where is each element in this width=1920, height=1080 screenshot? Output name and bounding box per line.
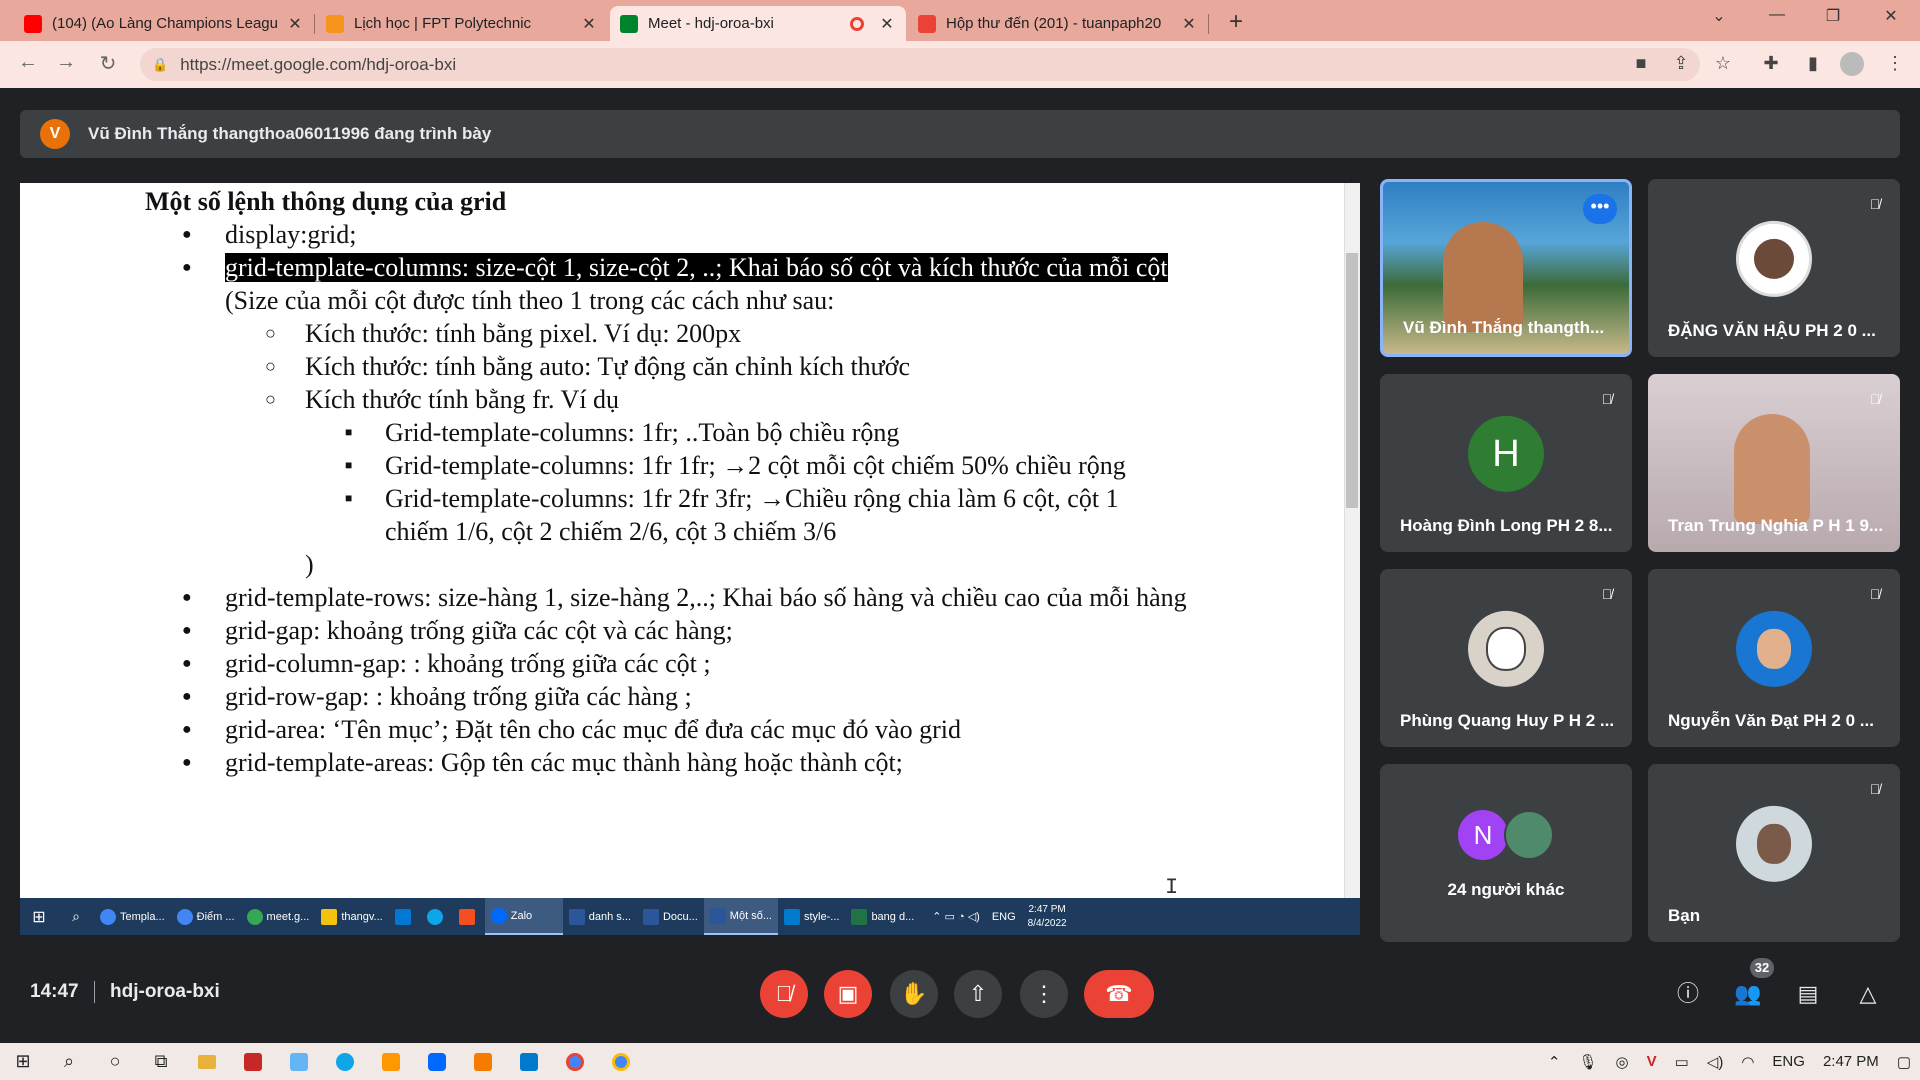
close-icon[interactable]: ✕ <box>1180 14 1198 34</box>
recording-icon <box>850 16 864 31</box>
app-icon[interactable] <box>230 1043 276 1080</box>
lock-icon: 🔒 <box>152 56 169 72</box>
tab-fpt[interactable]: Lịch học | FPT Polytechnic ✕ <box>316 6 608 41</box>
activities-icon[interactable]: △ <box>1852 978 1884 1010</box>
task-view-icon[interactable]: ⧉ <box>138 1043 184 1080</box>
tab-youtube[interactable]: (104) (Ao Làng Champions Leagu ✕ <box>14 6 314 41</box>
close-icon[interactable]: ✕ <box>580 14 598 34</box>
fpt-icon <box>326 14 344 33</box>
maximize-button[interactable]: ❐ <box>1818 6 1848 26</box>
back-icon[interactable]: ← <box>14 51 42 74</box>
forward-icon[interactable]: → <box>52 51 80 74</box>
people-icon[interactable]: 👥 <box>1732 978 1764 1010</box>
address-bar[interactable]: 🔒 https://meet.google.com/hdj-oroa-bxi <box>140 48 1700 81</box>
os-clock[interactable]: 2:47 PM <box>1823 1053 1879 1070</box>
cortana-icon[interactable]: ○ <box>92 1043 138 1080</box>
meeting-clock: 14:47 <box>30 981 79 1002</box>
os-lang[interactable]: ENG <box>1772 1053 1805 1070</box>
leave-call-button[interactable]: ☎ <box>1084 970 1154 1018</box>
toolbar: ← → ↻ 🔒 https://meet.google.com/hdj-oroa… <box>0 41 1920 88</box>
folder-icon[interactable] <box>184 1043 230 1080</box>
meet-controls: 14:47 hdj-oroa-bxi 🎙̸ ▣ ✋ ⇧ ⋮ ☎ ⓘ 👥 32 ▤… <box>0 88 1920 1043</box>
tab-search-icon[interactable]: ⌄ <box>1704 6 1734 26</box>
mic-toggle-button[interactable]: 🎙̸ <box>760 970 808 1018</box>
app-icon[interactable] <box>276 1043 322 1080</box>
share-icon[interactable]: ⇪ <box>1668 53 1694 74</box>
close-window-button[interactable]: ✕ <box>1876 6 1906 26</box>
url-text: https://meet.google.com/hdj-oroa-bxi <box>180 54 457 74</box>
close-icon[interactable]: ✕ <box>878 14 896 34</box>
bookmark-star-icon[interactable]: ☆ <box>1710 53 1736 74</box>
youtube-icon <box>24 14 42 33</box>
tab-title: (104) (Ao Làng Champions Leagu <box>52 15 278 32</box>
sublime-icon[interactable] <box>368 1043 414 1080</box>
app-tray-icon[interactable]: ◎ <box>1616 1053 1629 1071</box>
close-icon[interactable]: ✕ <box>286 14 304 34</box>
gmail-icon <box>918 14 936 33</box>
raise-hand-button[interactable]: ✋ <box>890 970 938 1018</box>
app-icon[interactable] <box>460 1043 506 1080</box>
windows-start-icon[interactable]: ⊞ <box>0 1043 46 1080</box>
vscode-icon[interactable] <box>506 1043 552 1080</box>
chevron-up-icon[interactable]: ⌃ <box>1548 1053 1561 1071</box>
tab-title: Lịch học | FPT Polytechnic <box>354 15 532 32</box>
tab-title: Hộp thư đến (201) - tuanpaph20 <box>946 15 1162 32</box>
extensions-icon[interactable]: ✚ <box>1758 53 1784 74</box>
people-count-badge: 32 <box>1750 958 1774 978</box>
chat-icon[interactable]: ▤ <box>1792 978 1824 1010</box>
mic-icon[interactable]: 🎙 <box>1578 1053 1597 1071</box>
wifi-icon[interactable]: ◠ <box>1741 1053 1754 1071</box>
chrome-icon[interactable] <box>598 1043 644 1080</box>
meet-icon <box>620 14 638 33</box>
minimize-button[interactable]: — <box>1762 6 1792 24</box>
tab-strip: (104) (Ao Làng Champions Leagu ✕ Lịch họ… <box>0 0 1920 41</box>
tab-title: Meet - hdj-oroa-bxi <box>648 15 774 32</box>
new-tab-button[interactable]: + <box>1222 8 1250 36</box>
present-button[interactable]: ⇧ <box>954 970 1002 1018</box>
zalo-icon[interactable] <box>414 1043 460 1080</box>
sidepanel-icon[interactable]: ▮ <box>1800 53 1826 74</box>
os-tray: ⌃ 🎙 ◎ V ▭ ◁) ◠ ENG 2:47 PM ▢ <box>1539 1043 1920 1080</box>
chrome-icon[interactable] <box>552 1043 598 1080</box>
notification-icon[interactable]: ▢ <box>1897 1053 1911 1071</box>
meeting-code: hdj-oroa-bxi <box>110 981 220 1002</box>
volume-icon[interactable]: ◁) <box>1707 1053 1724 1071</box>
battery-icon[interactable]: ▭ <box>1675 1053 1689 1071</box>
camera-icon[interactable]: ■ <box>1628 53 1654 74</box>
profile-avatar[interactable] <box>1840 52 1864 76</box>
info-icon[interactable]: ⓘ <box>1672 978 1704 1010</box>
search-icon[interactable]: ⌕ <box>46 1043 92 1080</box>
tab-meet[interactable]: Meet - hdj-oroa-bxi ✕ <box>610 6 906 41</box>
reload-icon[interactable]: ↻ <box>94 51 122 76</box>
antivirus-icon[interactable]: V <box>1647 1053 1657 1070</box>
camera-toggle-button[interactable]: ▣ <box>824 970 872 1018</box>
menu-kebab-icon[interactable]: ⋮ <box>1882 53 1908 74</box>
edge-icon[interactable] <box>322 1043 368 1080</box>
more-options-button[interactable]: ⋮ <box>1020 970 1068 1018</box>
tab-gmail[interactable]: Hộp thư đến (201) - tuanpaph20 ✕ <box>908 6 1208 41</box>
